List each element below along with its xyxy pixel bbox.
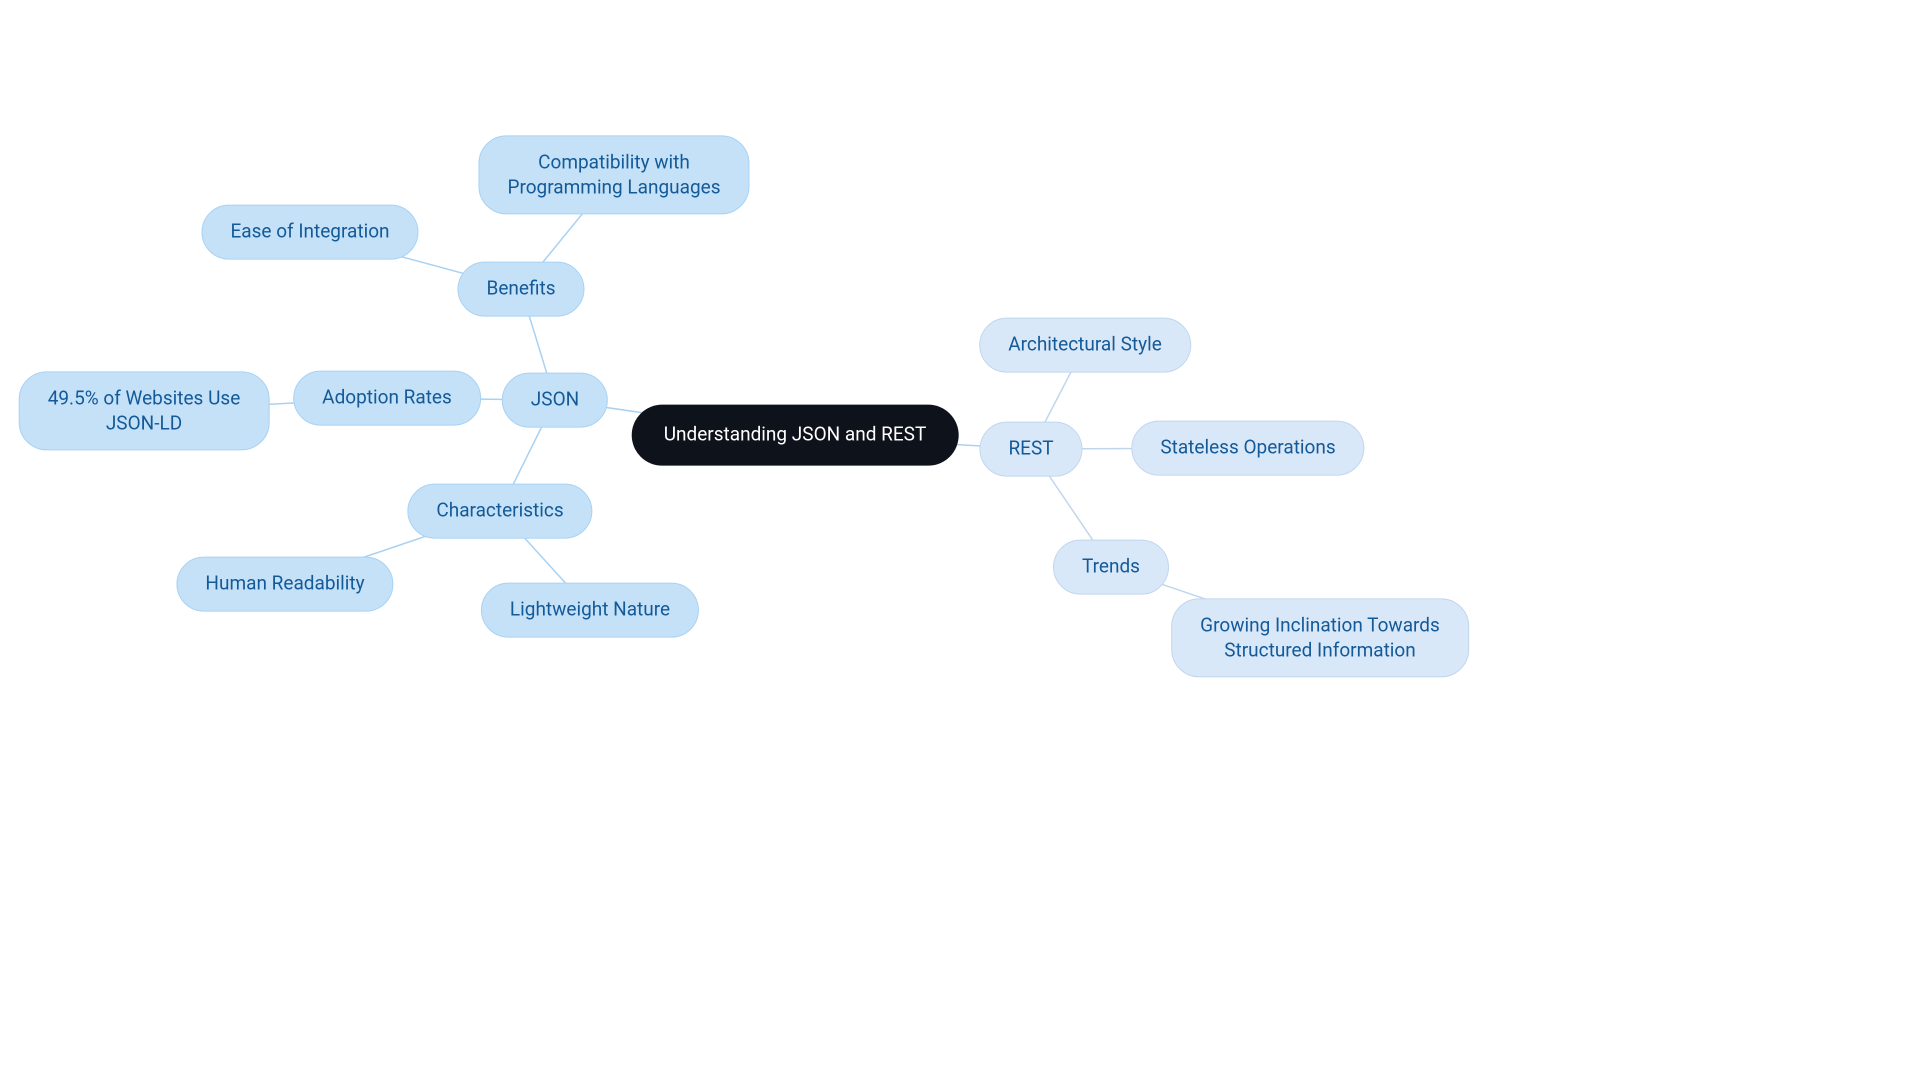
node-benefits[interactable]: Benefits xyxy=(457,262,584,317)
node-ease-of-integration[interactable]: Ease of Integration xyxy=(201,205,418,260)
node-human-label: Human Readability xyxy=(205,572,364,597)
node-trends[interactable]: Trends xyxy=(1053,540,1169,595)
node-lightweight[interactable]: Lightweight Nature xyxy=(481,583,699,638)
node-trends-label: Trends xyxy=(1082,555,1140,580)
node-characteristics[interactable]: Characteristics xyxy=(407,484,592,539)
node-json-label: JSON xyxy=(531,388,579,413)
node-json[interactable]: JSON xyxy=(502,373,608,428)
node-architectural-style[interactable]: Architectural Style xyxy=(979,318,1191,373)
node-center-label: Understanding JSON and REST xyxy=(664,423,927,448)
node-arch-label: Architectural Style xyxy=(1008,333,1162,358)
edge-layer xyxy=(0,0,1920,1083)
node-stat-label: 49.5% of Websites Use JSON-LD xyxy=(48,386,241,435)
node-characteristics-label: Characteristics xyxy=(436,499,563,524)
node-lightweight-label: Lightweight Nature xyxy=(510,598,670,623)
node-adoption-label: Adoption Rates xyxy=(322,386,452,411)
node-adoption-stat[interactable]: 49.5% of Websites Use JSON-LD xyxy=(19,371,270,450)
node-rest[interactable]: REST xyxy=(979,422,1082,477)
node-structured-info[interactable]: Growing Inclination Towards Structured I… xyxy=(1171,598,1469,677)
node-benefits-label: Benefits xyxy=(486,277,555,302)
node-ease-label: Ease of Integration xyxy=(230,220,389,245)
node-compat-label: Compatibility with Programming Languages xyxy=(507,150,720,199)
node-adoption-rates[interactable]: Adoption Rates xyxy=(293,371,481,426)
node-center[interactable]: Understanding JSON and REST xyxy=(632,405,959,466)
node-stateless-operations[interactable]: Stateless Operations xyxy=(1131,421,1364,476)
node-compatibility[interactable]: Compatibility with Programming Languages xyxy=(478,135,749,214)
node-rest-label: REST xyxy=(1008,437,1053,462)
node-stateless-label: Stateless Operations xyxy=(1160,436,1335,461)
node-structured-label: Growing Inclination Towards Structured I… xyxy=(1200,613,1440,662)
node-human-readability[interactable]: Human Readability xyxy=(176,557,393,612)
